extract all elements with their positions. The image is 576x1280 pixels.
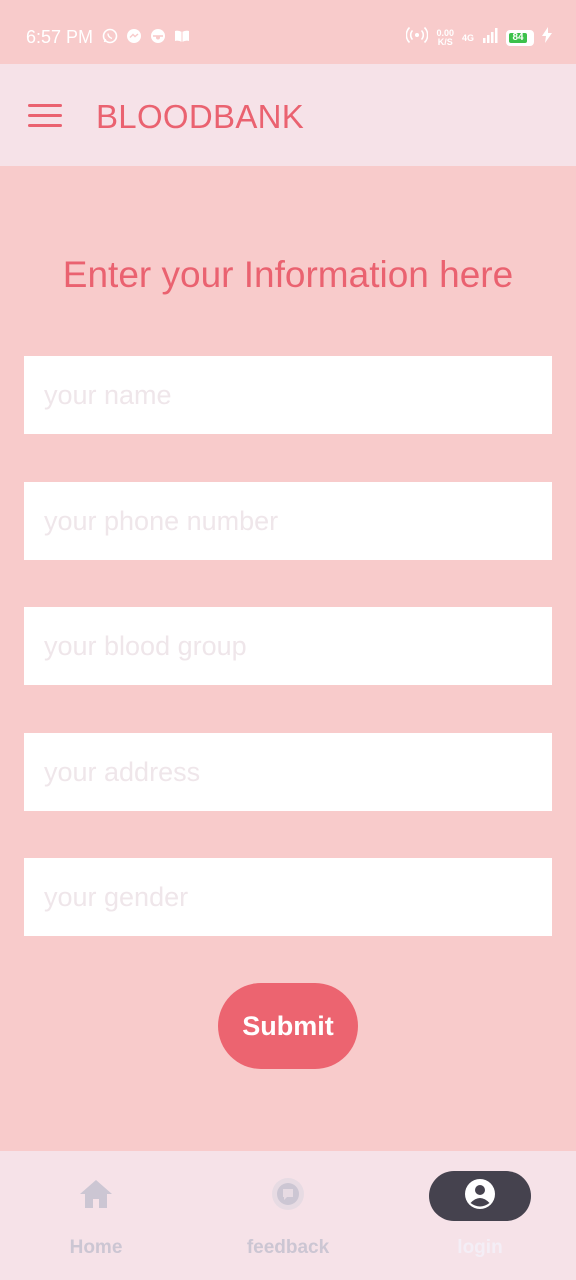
battery-icon: 84: [506, 29, 534, 46]
messenger-icon: [126, 28, 142, 44]
app-icon: [150, 28, 166, 44]
nav-label-feedback: feedback: [246, 1237, 330, 1258]
nav-item-feedback[interactable]: feedback: [192, 1151, 384, 1280]
nav-item-home[interactable]: Home: [0, 1151, 192, 1280]
hamburger-menu-icon[interactable]: [28, 104, 62, 128]
feedback-icon: [271, 1177, 305, 1216]
battery-percent: 84: [512, 32, 524, 43]
submit-button[interactable]: Submit: [218, 983, 358, 1069]
whatsapp-icon: [102, 28, 118, 44]
network-type: 4G: [461, 32, 474, 43]
gender-field[interactable]: [24, 858, 552, 936]
name-field[interactable]: [24, 356, 552, 434]
nav-icon-container: [45, 1171, 147, 1221]
status-right: 0.00 K/S 4G 84: [406, 26, 552, 49]
book-icon: [174, 28, 190, 44]
nav-item-login[interactable]: login: [384, 1151, 576, 1280]
notification-icons: [102, 28, 190, 44]
home-icon: [79, 1179, 113, 1214]
phone-number-field[interactable]: [24, 482, 552, 560]
hotspot-icon: [406, 26, 429, 49]
account-icon: [464, 1178, 496, 1215]
app-bar: BLOODBANK: [0, 64, 576, 166]
signal-icon: [482, 27, 498, 48]
charging-icon: [542, 27, 552, 48]
nav-label-home: Home: [69, 1237, 123, 1258]
network-speed: 0.00 K/S: [436, 28, 454, 47]
battery-level: 84: [509, 32, 527, 43]
status-bar: 6:57 PM 0.00 K/S 4G 84: [0, 0, 576, 64]
status-time: 6:57 PM: [26, 27, 94, 47]
nav-icon-container-active: [429, 1171, 531, 1221]
blood-group-field[interactable]: [24, 607, 552, 685]
nav-label-login: login: [457, 1237, 503, 1258]
speed-unit: K/S: [437, 36, 453, 47]
nav-icon-container: [237, 1171, 339, 1221]
bottom-navigation: Home feedback login: [0, 1151, 576, 1280]
app-title: BLOODBANK: [96, 98, 305, 135]
address-field[interactable]: [24, 733, 552, 811]
form-heading: Enter your Information here: [62, 254, 514, 295]
